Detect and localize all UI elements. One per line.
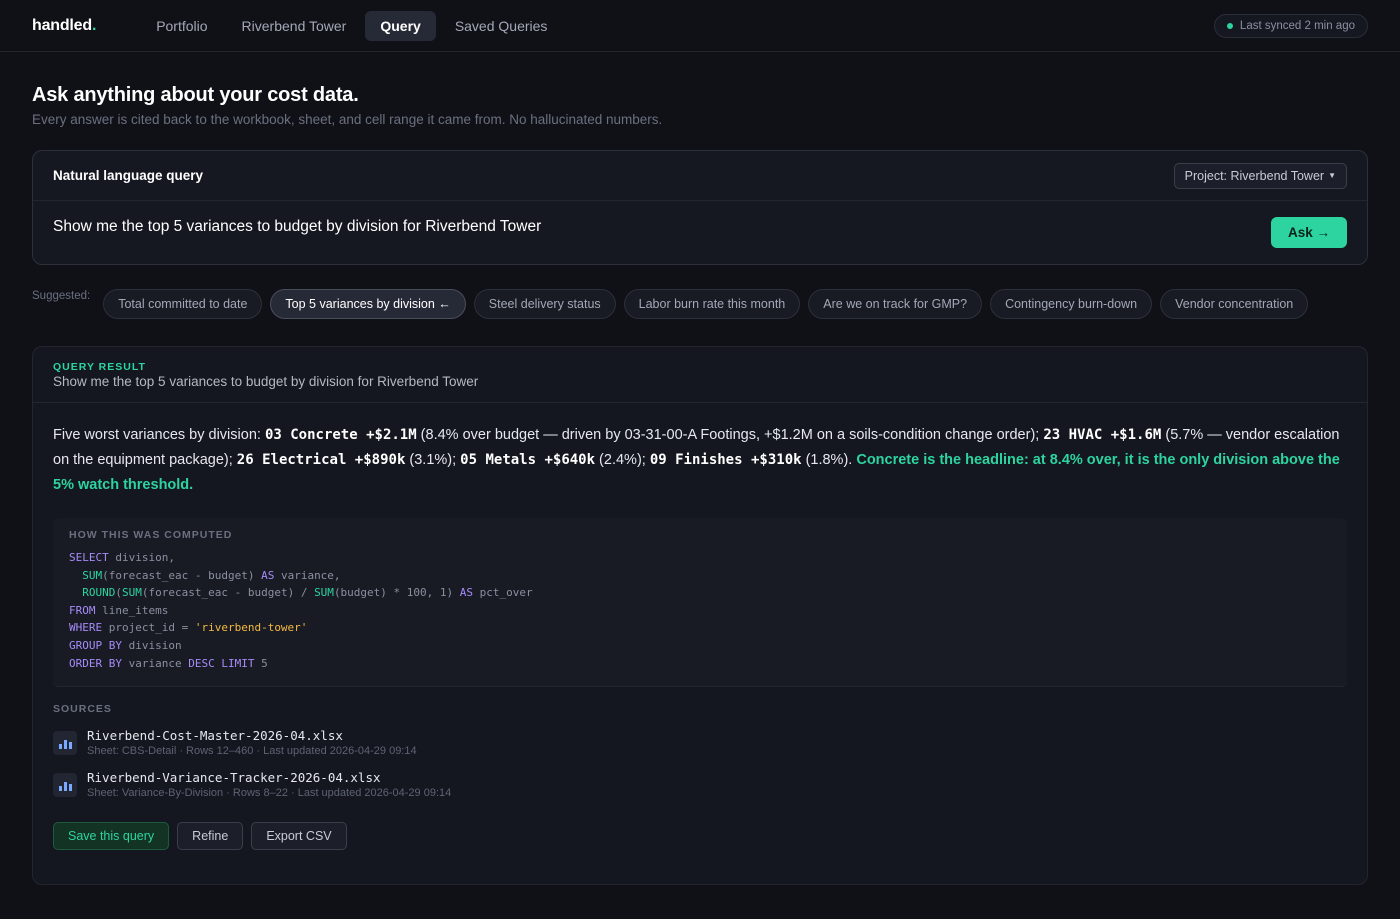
sync-status-text: Last synced 2 min ago xyxy=(1239,19,1355,32)
variance-concrete: 03 Concrete +$2.1M xyxy=(264,427,417,443)
save-query-button[interactable]: Save this query xyxy=(53,822,170,851)
source-file-name[interactable]: Riverbend-Variance-Tracker-2026-04.xlsx xyxy=(87,770,451,785)
nav-saved-queries[interactable]: Saved Queries xyxy=(440,11,563,41)
query-card-title: Natural language query xyxy=(53,168,204,183)
chip-vendor-concentration[interactable]: Vendor concentration xyxy=(1160,289,1309,319)
result-answer: Five worst variances by division: 03 Con… xyxy=(53,427,1340,493)
variance-electrical: 26 Electrical +$890k xyxy=(236,452,406,468)
source-file-meta: Sheet: Variance-By-Division · Rows 8–22 … xyxy=(87,787,452,800)
top-bar: handled. Portfolio Riverbend Tower Query… xyxy=(0,0,1400,52)
spreadsheet-icon xyxy=(53,731,77,756)
nav-query[interactable]: Query xyxy=(365,10,436,41)
chip-total-committed[interactable]: Total committed to date xyxy=(103,289,263,319)
result-actions: Save this query Refine Export CSV xyxy=(53,822,1347,851)
logo[interactable]: handled. xyxy=(32,17,96,35)
ask-button[interactable]: Ask → xyxy=(1270,217,1347,248)
computation-panel: HOW THIS WAS COMPUTED SELECT division, S… xyxy=(53,518,1347,688)
result-header: QUERY RESULT Show me the top 5 variances… xyxy=(33,347,1367,403)
variance-metals: 05 Metals +$640k xyxy=(460,452,596,468)
page-title: Ask anything about your cost data. xyxy=(32,84,359,106)
result-label: QUERY RESULT xyxy=(53,361,146,373)
suggested-queries: Suggested: Total committed to date Top 5… xyxy=(32,289,1368,319)
query-card-header: Natural language query Project: Riverben… xyxy=(33,151,1367,201)
source-file-name[interactable]: Riverbend-Cost-Master-2026-04.xlsx xyxy=(87,728,417,743)
source-item[interactable]: Riverbend-Cost-Master-2026-04.xlsx Sheet… xyxy=(53,728,1347,757)
export-csv-button[interactable]: Export CSV xyxy=(251,822,347,851)
sources-label: SOURCES xyxy=(53,703,112,716)
chip-labor-burn[interactable]: Labor burn rate this month xyxy=(623,289,801,319)
spreadsheet-icon xyxy=(53,773,77,798)
query-input-area[interactable]: Show me the top 5 variances to budget by… xyxy=(33,201,1367,264)
main-nav: Portfolio Riverbend Tower Query Saved Qu… xyxy=(141,10,563,41)
query-input[interactable]: Show me the top 5 variances to budget by… xyxy=(53,218,541,236)
chevron-down-icon: ▼ xyxy=(1328,171,1336,180)
page-subtitle: Every answer is cited back to the workbo… xyxy=(32,112,663,127)
chip-top-variances[interactable]: Top 5 variances by division ← xyxy=(270,289,466,319)
nav-riverbend-tower[interactable]: Riverbend Tower xyxy=(227,11,362,41)
variance-finishes: 09 Finishes +$310k xyxy=(649,452,802,468)
query-result-card: QUERY RESULT Show me the top 5 variances… xyxy=(32,346,1368,885)
source-file-meta: Sheet: CBS-Detail · Rows 12–460 · Last u… xyxy=(87,745,417,758)
project-select[interactable]: Project: Riverbend Tower ▼ xyxy=(1173,162,1347,189)
sync-status-badge: Last synced 2 min ago xyxy=(1213,13,1368,38)
computation-label: HOW THIS WAS COMPUTED xyxy=(69,529,233,541)
sql-code-block: SELECT division, SUM(forecast_eac - budg… xyxy=(69,551,533,670)
refine-button[interactable]: Refine xyxy=(177,822,244,851)
suggested-label: Suggested: xyxy=(32,290,91,302)
query-card: Natural language query Project: Riverben… xyxy=(32,150,1368,265)
project-select-value: Project: Riverbend Tower xyxy=(1184,168,1325,183)
sources-section: SOURCES Riverbend-Cost-Master-2026-04.xl… xyxy=(53,703,1347,799)
variance-hvac: 23 HVAC +$1.6M xyxy=(1043,427,1162,443)
nav-portfolio[interactable]: Portfolio xyxy=(141,11,222,41)
chip-steel-delivery[interactable]: Steel delivery status xyxy=(473,289,616,319)
status-dot-icon xyxy=(1226,22,1233,29)
source-item[interactable]: Riverbend-Variance-Tracker-2026-04.xlsx … xyxy=(53,770,1347,799)
chip-contingency[interactable]: Contingency burn-down xyxy=(990,289,1153,319)
main-content: Ask anything about your cost data. Every… xyxy=(0,52,1400,885)
result-body: Five worst variances by division: 03 Con… xyxy=(33,403,1367,851)
result-query-text: Show me the top 5 variances to budget by… xyxy=(53,374,479,389)
chip-gmp-track[interactable]: Are we on track for GMP? xyxy=(808,289,983,319)
